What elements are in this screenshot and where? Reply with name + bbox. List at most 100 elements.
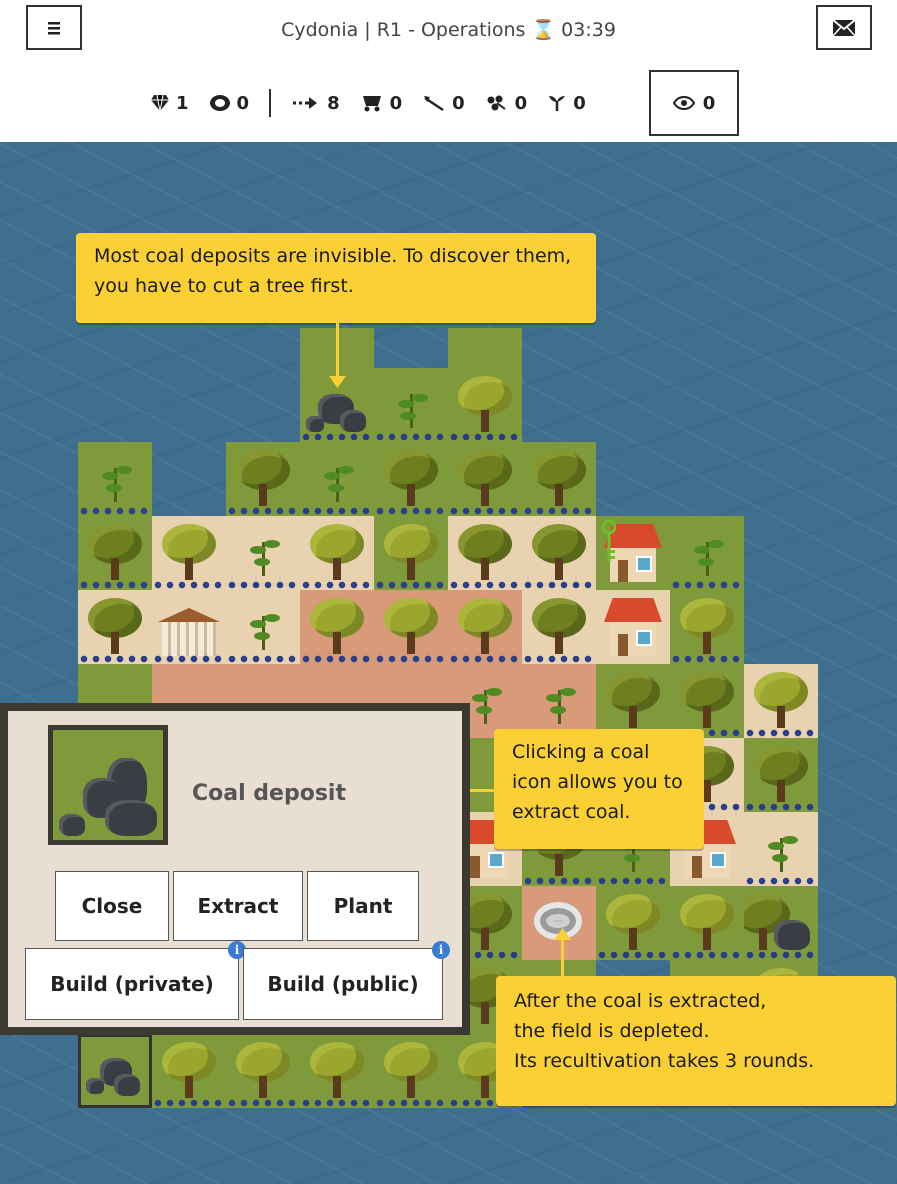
map-tile[interactable] <box>670 590 744 664</box>
map-tile[interactable] <box>374 516 448 590</box>
seeds-icon <box>487 95 506 111</box>
map-tile-coal-deposit[interactable] <box>744 886 818 960</box>
map-tile[interactable] <box>300 1034 374 1108</box>
callout-depleted-line-3: Its recultivation takes 3 rounds. <box>514 1050 815 1072</box>
map-tile[interactable] <box>744 812 818 886</box>
map-tile[interactable] <box>374 368 448 442</box>
tree-icon <box>382 450 440 508</box>
callout-click-coal-text: Clicking a coal icon allows you to extra… <box>512 741 683 823</box>
sapling-icon <box>250 532 280 578</box>
close-button-label: Close <box>81 894 143 918</box>
plants-count: 0 <box>573 92 586 114</box>
coal-rock-icon <box>86 1078 104 1094</box>
map-tile[interactable] <box>448 368 522 442</box>
map-tile-house[interactable] <box>596 590 670 664</box>
map-tile[interactable] <box>226 1034 300 1108</box>
plant-button[interactable]: Plant <box>307 871 419 941</box>
map-tile[interactable] <box>226 442 300 516</box>
map-tile[interactable] <box>374 442 448 516</box>
map-tile[interactable] <box>152 516 226 590</box>
flowers-decor <box>374 432 448 442</box>
tree-icon <box>308 524 366 582</box>
plants-stat: 0 <box>547 93 586 114</box>
map-tile[interactable] <box>744 664 818 738</box>
flowers-decor <box>522 876 596 886</box>
flowers-decor <box>226 654 300 664</box>
flowers-decor <box>522 580 596 590</box>
carts-count: 0 <box>389 92 403 114</box>
panel-title: Coal deposit <box>192 781 346 806</box>
flowers-decor <box>744 950 818 960</box>
map-tile-coal-deposit-selected[interactable] <box>78 1034 152 1108</box>
info-icon[interactable]: i <box>432 941 450 959</box>
coal-deposit-thumbnail <box>48 725 168 845</box>
visibility-button[interactable]: 0 <box>649 70 739 136</box>
map-tile[interactable] <box>522 516 596 590</box>
sapling-icon <box>398 384 428 430</box>
tree-icon <box>530 524 588 582</box>
envelope-icon <box>832 18 856 36</box>
map-tile-depleted[interactable] <box>522 886 596 960</box>
map-tile[interactable] <box>670 886 744 960</box>
map-tile[interactable] <box>78 442 152 516</box>
close-button[interactable]: Close <box>55 871 169 941</box>
game-title: Cydonia | R1 - Operations ⌛ 03:39 <box>281 19 616 41</box>
map-tile[interactable] <box>596 886 670 960</box>
map-tile[interactable] <box>522 442 596 516</box>
build-private-button[interactable]: Build (private) i <box>25 941 246 1020</box>
map-tile[interactable] <box>78 516 152 590</box>
map-tile[interactable] <box>448 516 522 590</box>
plant-button-label: Plant <box>333 894 393 918</box>
map-tile[interactable] <box>300 590 374 664</box>
callout-coal-hidden: Most coal deposits are invisible. To dis… <box>76 233 596 323</box>
diamond-icon <box>151 94 169 112</box>
flowers-decor <box>226 506 300 516</box>
coins-stat: 0 <box>209 93 249 114</box>
tree-icon <box>86 598 144 656</box>
mine-cart-icon <box>362 96 381 112</box>
map-tile[interactable] <box>374 1034 448 1108</box>
gems-stat: 1 <box>150 93 189 114</box>
flowers-decor <box>300 506 374 516</box>
map-tile[interactable] <box>226 516 300 590</box>
flowers-decor <box>300 432 374 442</box>
coal-rock-icon <box>774 920 810 950</box>
sapling-icon <box>472 680 502 726</box>
tree-icon <box>456 450 514 508</box>
tree-icon <box>382 598 440 656</box>
map-tile[interactable] <box>78 590 152 664</box>
map-tile[interactable] <box>226 590 300 664</box>
map-tile[interactable] <box>744 738 818 812</box>
map-tile[interactable] <box>448 442 522 516</box>
sapling-icon <box>694 532 724 578</box>
map-tile-museum[interactable] <box>152 590 226 664</box>
top-bar: Cydonia | R1 - Operations ⌛ 03:39 1 0 8 … <box>0 0 897 142</box>
map-tile[interactable] <box>374 590 448 664</box>
map-tile[interactable] <box>670 516 744 590</box>
map-tile[interactable] <box>300 516 374 590</box>
callout-depleted-line-2: the field is depleted. <box>514 1020 710 1042</box>
extract-button[interactable]: Extract <box>173 871 303 941</box>
callout-arrow <box>336 323 339 379</box>
map-tile[interactable] <box>448 328 522 368</box>
callout-depleted: After the coal is extracted, the field i… <box>496 976 896 1106</box>
map-tile[interactable] <box>522 590 596 664</box>
map-tile[interactable] <box>152 1034 226 1108</box>
map-tile-house-owned[interactable] <box>596 516 670 590</box>
seeds-stat: 0 <box>485 93 527 114</box>
map-tile[interactable] <box>300 442 374 516</box>
map-tile[interactable] <box>522 664 596 738</box>
flowers-decor <box>744 802 818 812</box>
tree-icon <box>234 450 292 508</box>
tree-icon <box>308 598 366 656</box>
map-tile[interactable] <box>596 664 670 738</box>
build-public-button[interactable]: Build (public) i <box>243 941 450 1020</box>
house-icon <box>604 598 662 658</box>
map-tile[interactable] <box>670 664 744 738</box>
map-tile[interactable] <box>448 590 522 664</box>
moves-stat: 8 <box>291 93 340 114</box>
mail-button[interactable] <box>816 5 872 50</box>
extract-button-label: Extract <box>197 894 279 918</box>
flowers-decor <box>448 654 522 664</box>
tree-icon <box>678 894 736 952</box>
